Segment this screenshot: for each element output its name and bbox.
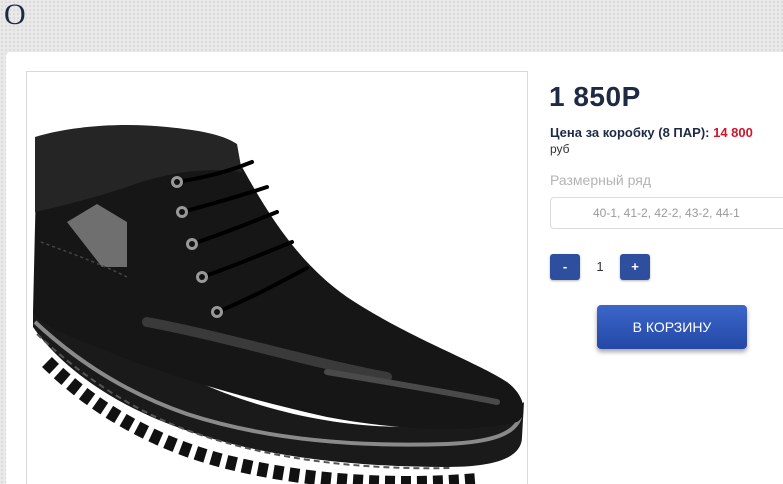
box-price-value: 14 800: [713, 125, 753, 140]
product-card: 1 850Р Цена за коробку (8 ПАР): 14 800 р…: [6, 52, 783, 484]
box-price-label: Цена за коробку (8 ПАР):: [550, 125, 714, 140]
size-range-select[interactable]: 40-1, 41-2, 42-2, 43-2, 44-1: [550, 197, 783, 229]
product-price: 1 850Р: [549, 81, 641, 112]
quantity-increase-button[interactable]: +: [620, 254, 650, 280]
size-range-label: Размерный ряд: [550, 172, 652, 188]
boot-photo-icon: [33, 125, 524, 484]
box-price: Цена за коробку (8 ПАР): 14 800: [550, 125, 753, 140]
box-price-currency: руб: [550, 142, 570, 156]
add-to-cart-button[interactable]: В КОРЗИНУ: [597, 305, 747, 349]
quantity-decrease-button[interactable]: -: [550, 254, 580, 280]
product-image[interactable]: [26, 71, 528, 484]
header-title: O: [4, 0, 26, 31]
quantity-input[interactable]: 1: [580, 254, 620, 280]
